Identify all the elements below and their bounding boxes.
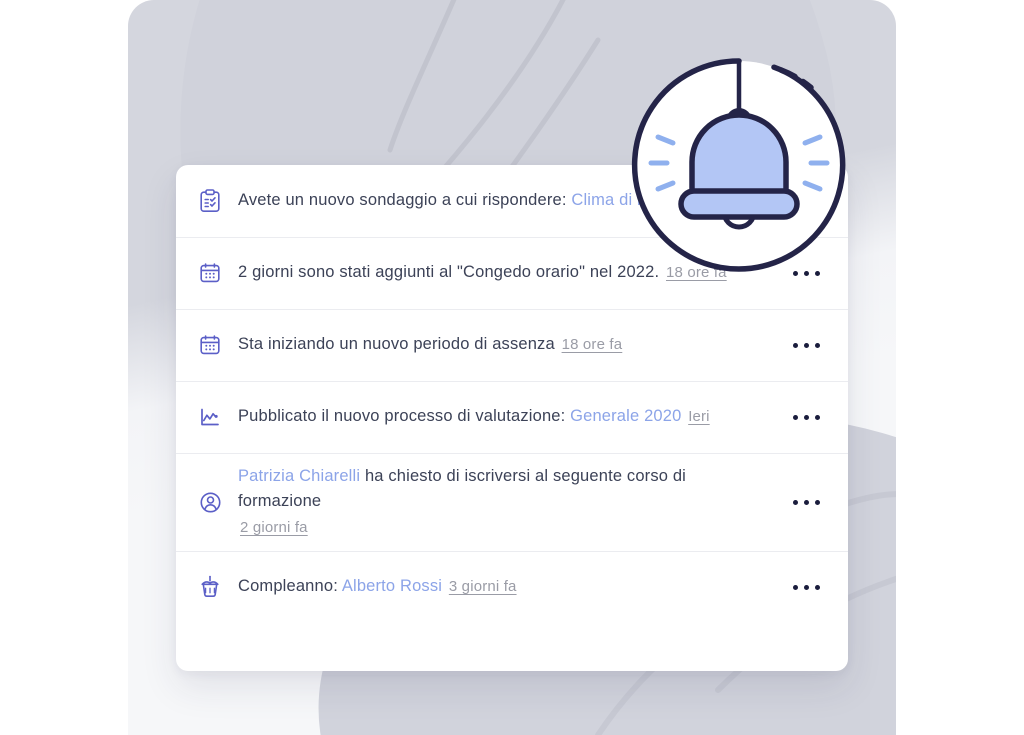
- person-icon: [198, 489, 222, 515]
- notification-bell-illustration: [629, 55, 849, 275]
- notification-row[interactable]: Patrizia Chiarelli ha chiesto di iscrive…: [176, 453, 848, 551]
- notification-link[interactable]: Alberto Rossi: [342, 577, 442, 595]
- notification-timestamp[interactable]: 18 ore fa: [562, 336, 623, 353]
- card-bottom-spacer: [176, 623, 848, 671]
- notification-text-before: 2 giorni sono stati aggiunti al "Congedo…: [238, 263, 660, 282]
- notification-text-before: Compleanno:: [238, 577, 338, 596]
- notification-timestamp[interactable]: Ieri: [688, 408, 710, 425]
- row-menu-button[interactable]: [791, 494, 822, 511]
- notification-text-before: Sta iniziando un nuovo periodo di assenz…: [238, 335, 555, 354]
- notification-text-before: Avete un nuovo sondaggio a cui risponder…: [238, 191, 567, 210]
- notification-timestamp[interactable]: 3 giorni fa: [449, 578, 517, 595]
- row-menu-button[interactable]: [791, 579, 822, 596]
- notification-text-before: Pubblicato il nuovo processo di valutazi…: [238, 407, 566, 426]
- line-chart-icon: [198, 404, 222, 430]
- notification-text: Compleanno: Alberto Rossi 3 giorni fa: [238, 574, 773, 600]
- notification-link[interactable]: Generale 2020: [570, 407, 681, 425]
- calendar-icon: [198, 260, 222, 286]
- row-menu-button[interactable]: [791, 409, 822, 426]
- notification-text: Pubblicato il nuovo processo di valutazi…: [238, 404, 773, 430]
- calendar-icon: [198, 332, 222, 358]
- notification-timestamp[interactable]: 2 giorni fa: [240, 519, 308, 536]
- notification-text: Sta iniziando un nuovo periodo di assenz…: [238, 332, 773, 358]
- screenshot-stage: Avete un nuovo sondaggio a cui risponder…: [0, 0, 1024, 735]
- notification-row[interactable]: Sta iniziando un nuovo periodo di assenz…: [176, 309, 848, 381]
- notification-text: Patrizia Chiarelli ha chiesto di iscrive…: [238, 464, 773, 541]
- notification-row[interactable]: Compleanno: Alberto Rossi 3 giorni fa: [176, 551, 848, 623]
- birthday-cake-icon: [198, 574, 222, 600]
- row-menu-button[interactable]: [791, 337, 822, 354]
- notification-row[interactable]: Pubblicato il nuovo processo di valutazi…: [176, 381, 848, 453]
- notification-link[interactable]: Patrizia Chiarelli: [238, 467, 360, 485]
- clipboard-survey-icon: [198, 188, 222, 214]
